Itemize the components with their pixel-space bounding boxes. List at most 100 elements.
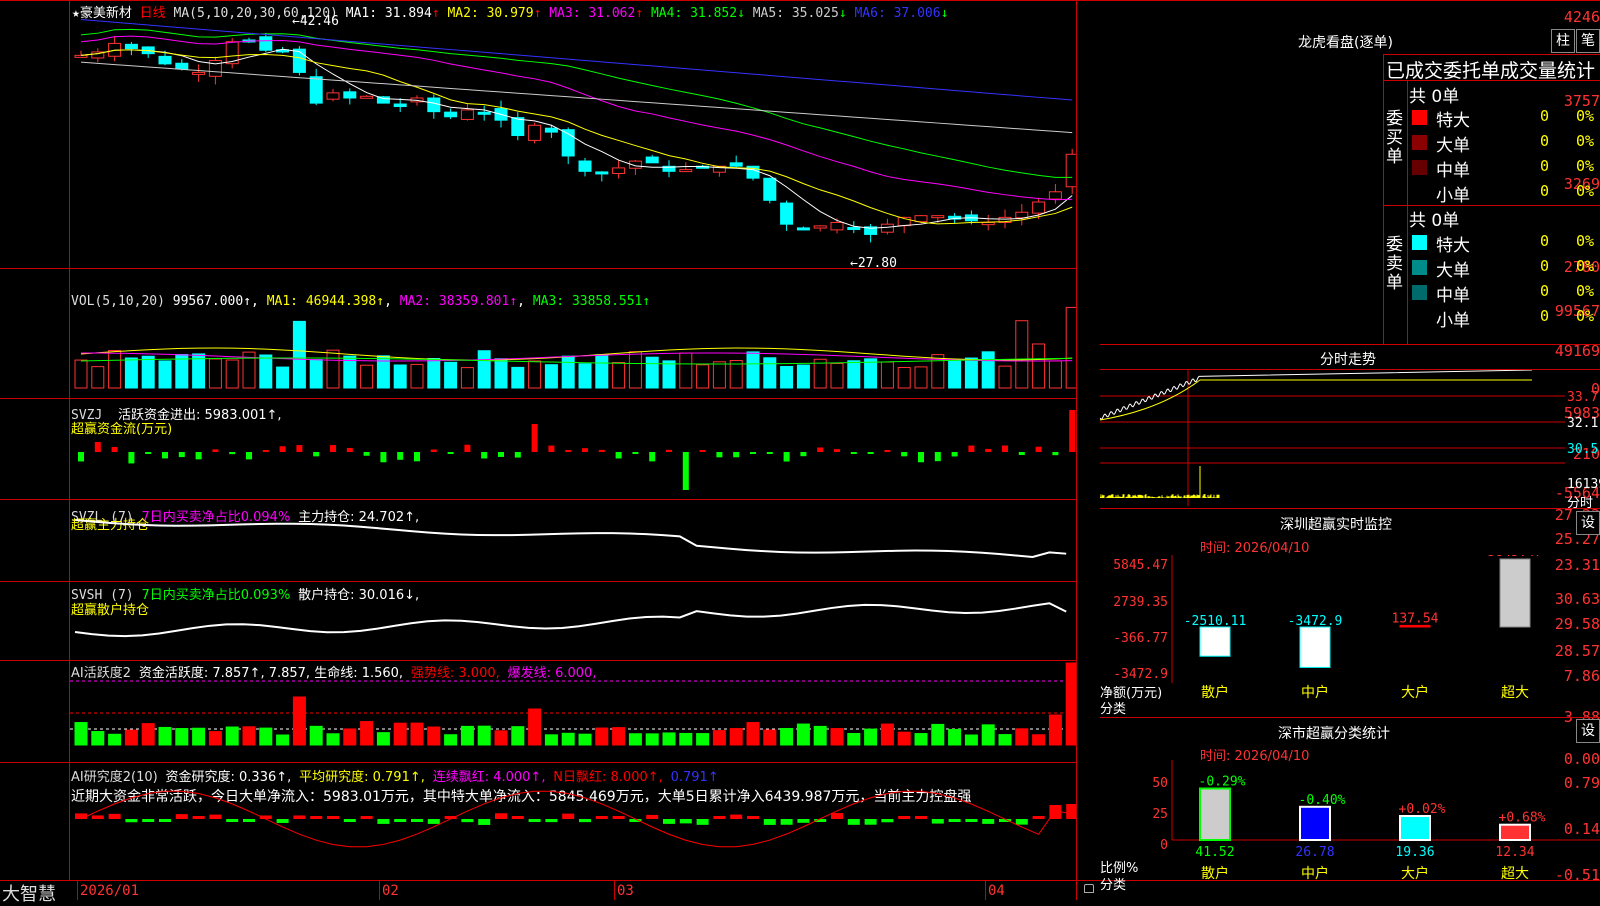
ai-research-chart[interactable]: [70, 763, 1076, 880]
volume-bar: [796, 364, 810, 389]
research-bar: [142, 819, 155, 822]
active-bar: [931, 723, 945, 746]
monitor-axis-label: 5845.47: [1113, 558, 1168, 573]
active-bar: [780, 727, 794, 746]
candle-body: [460, 109, 474, 120]
classify-unit2: 分类: [1100, 878, 1127, 893]
active-bar: [981, 724, 995, 746]
active-bar: [578, 733, 592, 746]
flow-bar: [313, 452, 320, 457]
active-bar: [830, 728, 844, 746]
volume-bar: [326, 349, 340, 389]
classify-settings-button[interactable]: 设: [1576, 719, 1600, 743]
monitor-settings-button[interactable]: 设: [1576, 511, 1600, 535]
volume-bar: [494, 358, 508, 389]
active-bar: [847, 733, 861, 746]
monitor-time: 时间: 2026/04/10: [1200, 541, 1310, 556]
active-bar: [729, 728, 743, 746]
monitor-cat-label: 中户: [1301, 684, 1329, 701]
active-bar: [427, 726, 441, 746]
monitor-value-label: 137.54: [1392, 611, 1439, 626]
svzl-chart[interactable]: [70, 500, 1076, 581]
active-bar: [225, 726, 239, 746]
candle-body: [847, 227, 861, 231]
sell-row-name: 大单: [1436, 261, 1470, 281]
buy-row-pct: 0%: [1576, 157, 1595, 175]
timeline-chart[interactable]: [1100, 370, 1565, 506]
flow-bar: [346, 447, 353, 452]
svzj-chart[interactable]: [70, 399, 1076, 499]
active-bar: [897, 731, 911, 746]
active-bar: [1032, 734, 1046, 746]
research-bar: [310, 816, 323, 819]
volume-bar: [259, 354, 273, 389]
candle-body: [511, 117, 525, 137]
flow-bar: [800, 452, 807, 457]
volume-bar: [309, 359, 323, 389]
candle-body: [796, 227, 810, 231]
volume-bar: [225, 359, 239, 389]
candle-body: [360, 95, 374, 99]
research-bar: [562, 813, 575, 819]
research-bar: [1015, 819, 1028, 825]
classify-value-label: 12.34: [1495, 845, 1534, 860]
active-bar: [242, 726, 256, 746]
classify-bar: [1399, 814, 1431, 841]
sell-row-name: 中单: [1436, 286, 1470, 306]
candle-body: [595, 171, 609, 175]
monitor-cat-label: 散户: [1201, 684, 1229, 701]
flow-bar: [632, 452, 639, 454]
classify-chart[interactable]: 7550250-0.29%41.52散户-0.40%26.78中户+0.02%1…: [1100, 760, 1600, 900]
ai-active-chart[interactable]: [70, 661, 1076, 762]
monitor-bar: [1199, 626, 1231, 657]
flow-bar: [598, 449, 605, 452]
candle-body: [780, 202, 794, 225]
research-bar: [377, 819, 390, 824]
research-bar: [780, 819, 793, 825]
volume-bar: [91, 366, 105, 389]
volume-bar: [864, 358, 878, 389]
volume-bar: [696, 364, 710, 389]
vol-chart[interactable]: [70, 269, 1076, 398]
active-bar: [712, 730, 726, 746]
classify-delta-label: -0.29%: [1199, 775, 1246, 790]
active-bar: [1065, 662, 1076, 746]
monitor-cat-label: 超大: [1501, 685, 1529, 701]
research-bar: [881, 819, 894, 823]
research-bar: [478, 819, 491, 825]
active-bar: [511, 726, 525, 746]
volume-bar: [830, 362, 844, 389]
flow-bar: [968, 445, 975, 452]
active-bar: [494, 730, 508, 746]
lock-icon[interactable]: [1084, 884, 1094, 893]
active-bar: [192, 727, 206, 746]
flow-bar: [733, 452, 740, 458]
candle-body: [544, 127, 558, 133]
avg-line: [1100, 379, 1532, 421]
flow-bar: [615, 452, 622, 459]
sell-row-name: 小单: [1436, 311, 1470, 331]
active-bar: [91, 731, 105, 746]
kline-chart[interactable]: [70, 0, 1076, 268]
volume-bar: [948, 359, 962, 389]
candle-body: [612, 167, 626, 174]
flow-bar: [867, 452, 874, 454]
active-bar: [259, 727, 273, 746]
svsh-chart[interactable]: [70, 582, 1076, 660]
research-bar: [1032, 816, 1045, 819]
volume-bar: [158, 360, 172, 389]
volume-bar: [780, 365, 794, 389]
sell-row-swatch: [1412, 285, 1427, 300]
research-bar: [915, 816, 927, 819]
research-bar: [646, 814, 659, 819]
flow-bar: [918, 452, 924, 463]
candle-body: [158, 55, 172, 65]
research-bar: [75, 813, 87, 819]
bi-button[interactable]: 笔: [1576, 29, 1600, 53]
candle-body: [813, 225, 827, 229]
buy-row-pct: 0%: [1576, 182, 1595, 200]
active-bar: [612, 727, 626, 746]
zhu-button[interactable]: 柱: [1551, 29, 1575, 53]
monitor-chart[interactable]: 5845.47 2739.35 -366.77 -3472.9 -2510.11 散户 -3…: [1100, 555, 1600, 715]
volume-bar: [897, 367, 911, 389]
